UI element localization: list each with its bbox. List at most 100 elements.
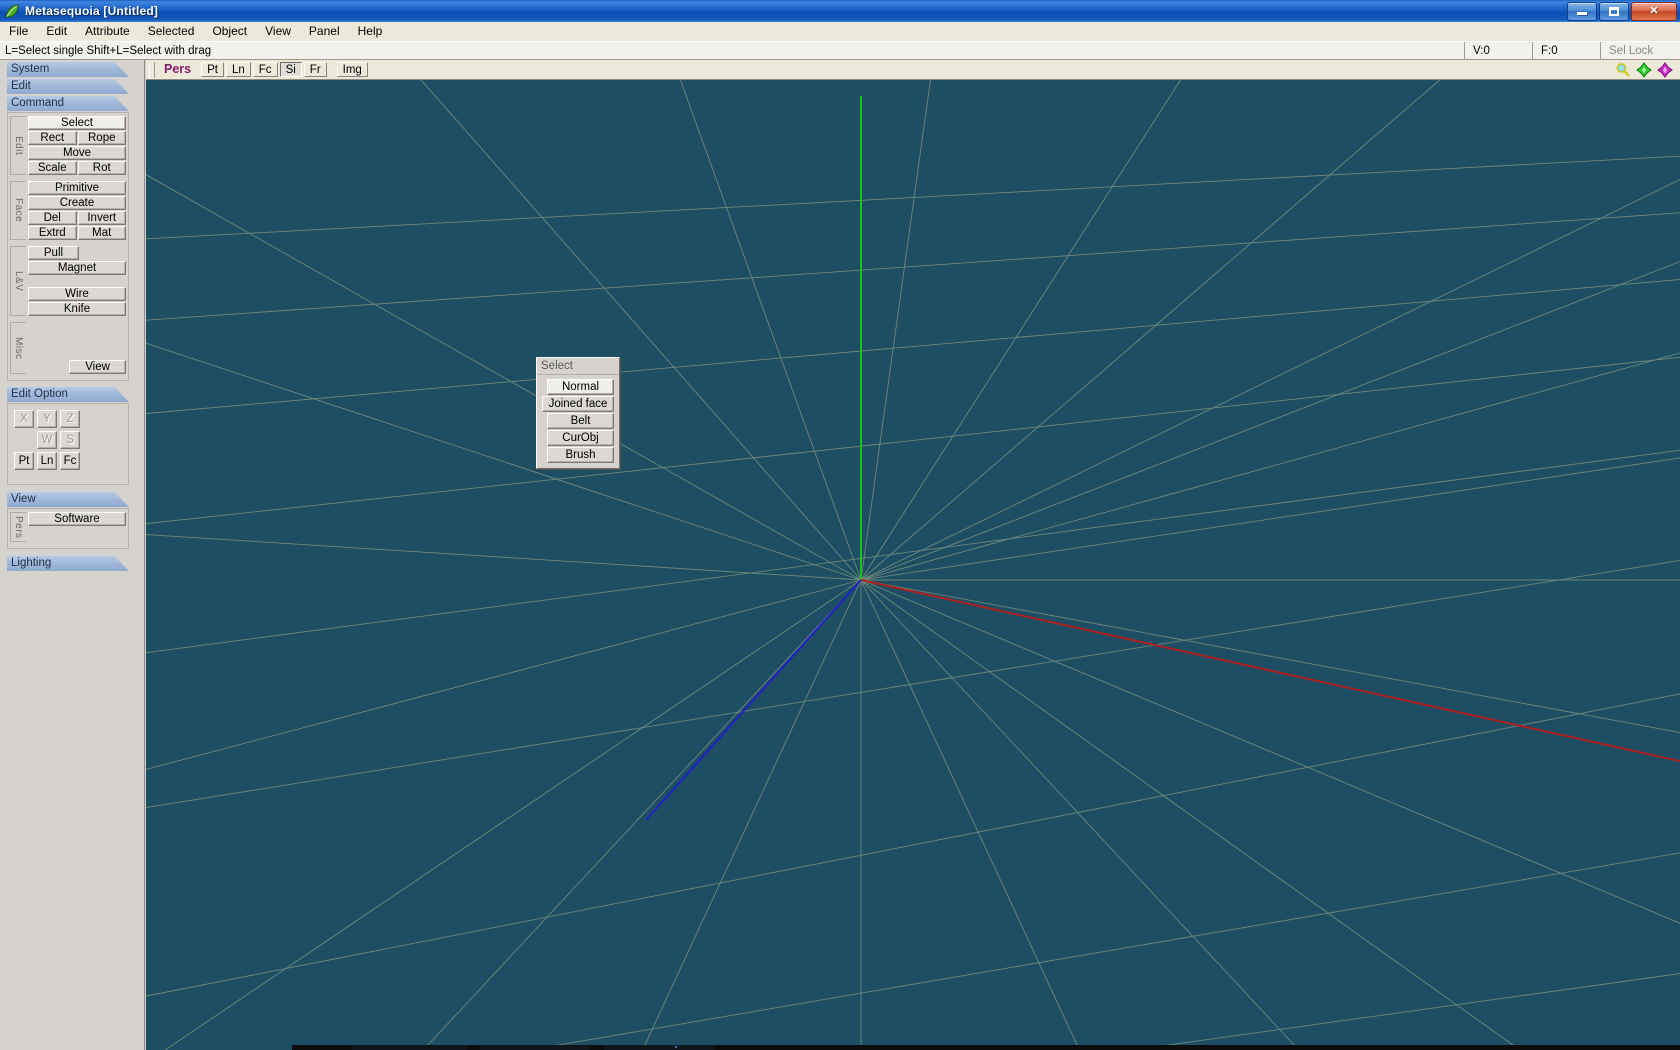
- command-scale[interactable]: Scale: [28, 161, 77, 175]
- pan-icon[interactable]: [1636, 61, 1652, 78]
- section-header-lighting[interactable]: Lighting: [7, 556, 129, 571]
- group-buttons: Primitive Create Del Invert Extrd Mat: [28, 181, 126, 240]
- 3d-viewport-canvas[interactable]: [146, 80, 1680, 1050]
- group-label-text: Pers: [13, 515, 24, 539]
- menu-edit[interactable]: Edit: [37, 23, 76, 40]
- viewport-scene: [146, 80, 1680, 1050]
- axis-lock-y[interactable]: Y: [37, 410, 57, 428]
- section-header-command[interactable]: Command: [7, 96, 129, 111]
- hint-bar: L=Select single Shift+L=Select with drag…: [0, 41, 1680, 60]
- section-header-system[interactable]: System: [7, 62, 129, 77]
- command-group-misc: Misc View: [10, 322, 126, 374]
- command-knife[interactable]: Knife: [28, 302, 126, 316]
- view-tab-si[interactable]: Si: [279, 62, 302, 77]
- command-rect[interactable]: Rect: [28, 131, 77, 145]
- select-mode-normal[interactable]: Normal: [547, 379, 614, 395]
- left-command-panel: System Edit Command Edit Select Rect Rop: [0, 60, 145, 1050]
- element-fc[interactable]: Fc: [60, 452, 80, 470]
- command-rope[interactable]: Rope: [77, 131, 126, 145]
- view-tab-pt[interactable]: Pt: [201, 62, 224, 77]
- command-mat[interactable]: Mat: [77, 226, 126, 240]
- bottom-clipped-strip: [292, 1045, 1680, 1050]
- strip-segment: [604, 1045, 714, 1050]
- element-ln[interactable]: Ln: [37, 452, 57, 470]
- maximize-button[interactable]: [1599, 1, 1629, 21]
- command-section-body: Edit Select Rect Rope Move Scale Rot Fac…: [7, 112, 129, 381]
- command-view[interactable]: View: [69, 360, 126, 374]
- title-bar: Metasequoia [Untitled] ✕: [0, 0, 1680, 22]
- viewport-area: Pers Pt Ln Fc Si Fr Img Select Normal Jo…: [146, 60, 1680, 1050]
- menu-panel[interactable]: Panel: [300, 23, 349, 40]
- application-window: Metasequoia [Untitled] ✕ File Edit Attri…: [0, 0, 1680, 1050]
- button-row: Wire: [28, 287, 126, 301]
- view-tab-pers[interactable]: Pers: [158, 62, 199, 77]
- menu-help[interactable]: Help: [349, 23, 392, 40]
- sel-lock-field[interactable]: Sel Lock: [1600, 42, 1680, 59]
- minimize-button[interactable]: [1567, 1, 1597, 21]
- axis-lock-x[interactable]: X: [14, 410, 34, 428]
- command-primitive[interactable]: Primitive: [28, 181, 126, 195]
- section-header-edit-option[interactable]: Edit Option: [7, 387, 129, 402]
- select-mode-curobj[interactable]: CurObj: [547, 430, 614, 446]
- renderer-software-button[interactable]: Software: [28, 512, 126, 526]
- command-del[interactable]: Del: [28, 211, 77, 225]
- command-select[interactable]: Select: [28, 116, 126, 130]
- view-tab-ln[interactable]: Ln: [225, 62, 251, 77]
- select-mode-brush[interactable]: Brush: [547, 447, 614, 463]
- view-group-pers: Pers Software: [10, 512, 126, 542]
- menu-bar: File Edit Attribute Selected Object View…: [0, 22, 1680, 42]
- group-label-pers: Pers: [10, 512, 26, 542]
- weld-s[interactable]: S: [60, 431, 80, 449]
- menu-object[interactable]: Object: [203, 23, 256, 40]
- button-row: Del Invert: [28, 211, 126, 225]
- command-magnet[interactable]: Magnet: [28, 261, 126, 275]
- button-row: Move: [28, 146, 126, 160]
- menu-attribute[interactable]: Attribute: [76, 23, 139, 40]
- group-label-text: Edit: [13, 135, 24, 156]
- group-label-text: Face: [13, 198, 24, 223]
- group-buttons: Pull Magnet Wire Knife: [28, 246, 126, 316]
- section-header-view[interactable]: View: [7, 492, 129, 507]
- element-pt[interactable]: Pt: [14, 452, 34, 470]
- select-tool-panel[interactable]: Select Normal Joined face Belt CurObj Br…: [536, 357, 620, 469]
- command-wire[interactable]: Wire: [28, 287, 126, 301]
- view-tab-fc[interactable]: Fc: [252, 62, 278, 77]
- toolbar-gripper[interactable]: [149, 61, 155, 78]
- select-mode-belt[interactable]: Belt: [547, 413, 614, 429]
- rotate-icon[interactable]: [1657, 61, 1673, 78]
- menu-view[interactable]: View: [256, 23, 300, 40]
- section-label-view: View: [11, 493, 36, 505]
- weld-w[interactable]: W: [37, 431, 57, 449]
- element-row: Pt Ln Fc: [14, 452, 126, 470]
- command-invert[interactable]: Invert: [77, 211, 126, 225]
- select-panel-title: Select: [537, 358, 619, 375]
- view-tab-img[interactable]: Img: [336, 62, 368, 77]
- command-rot[interactable]: Rot: [77, 161, 126, 175]
- command-move[interactable]: Move: [28, 146, 126, 160]
- zoom-icon[interactable]: [1615, 62, 1631, 78]
- select-mode-joined-face[interactable]: Joined face: [542, 396, 614, 412]
- axis-lock-z[interactable]: Z: [60, 410, 80, 428]
- select-panel-body: Normal Joined face Belt CurObj Brush: [537, 375, 619, 463]
- command-pull[interactable]: Pull: [28, 246, 79, 260]
- view-tab-fr[interactable]: Fr: [303, 62, 327, 77]
- button-row: Software: [28, 512, 126, 526]
- status-fields: V:0 F:0 Sel Lock: [1464, 42, 1680, 59]
- strip-segment: [352, 1045, 467, 1050]
- window-controls: ✕: [1567, 1, 1680, 21]
- command-extrd[interactable]: Extrd: [28, 226, 77, 240]
- section-label-edit: Edit: [11, 80, 31, 92]
- section-header-edit[interactable]: Edit: [7, 79, 129, 94]
- minimize-icon: [1577, 12, 1587, 15]
- menu-selected[interactable]: Selected: [139, 23, 204, 40]
- command-group-face: Face Primitive Create Del Invert Extrd M…: [10, 181, 126, 240]
- group-label-misc: Misc: [10, 322, 26, 374]
- button-row: Magnet: [28, 261, 126, 275]
- button-row: Pull: [28, 246, 126, 260]
- menu-file[interactable]: File: [0, 23, 37, 40]
- command-create[interactable]: Create: [28, 196, 126, 210]
- close-button[interactable]: ✕: [1631, 1, 1677, 21]
- command-group-edit: Edit Select Rect Rope Move Scale Rot: [10, 116, 126, 175]
